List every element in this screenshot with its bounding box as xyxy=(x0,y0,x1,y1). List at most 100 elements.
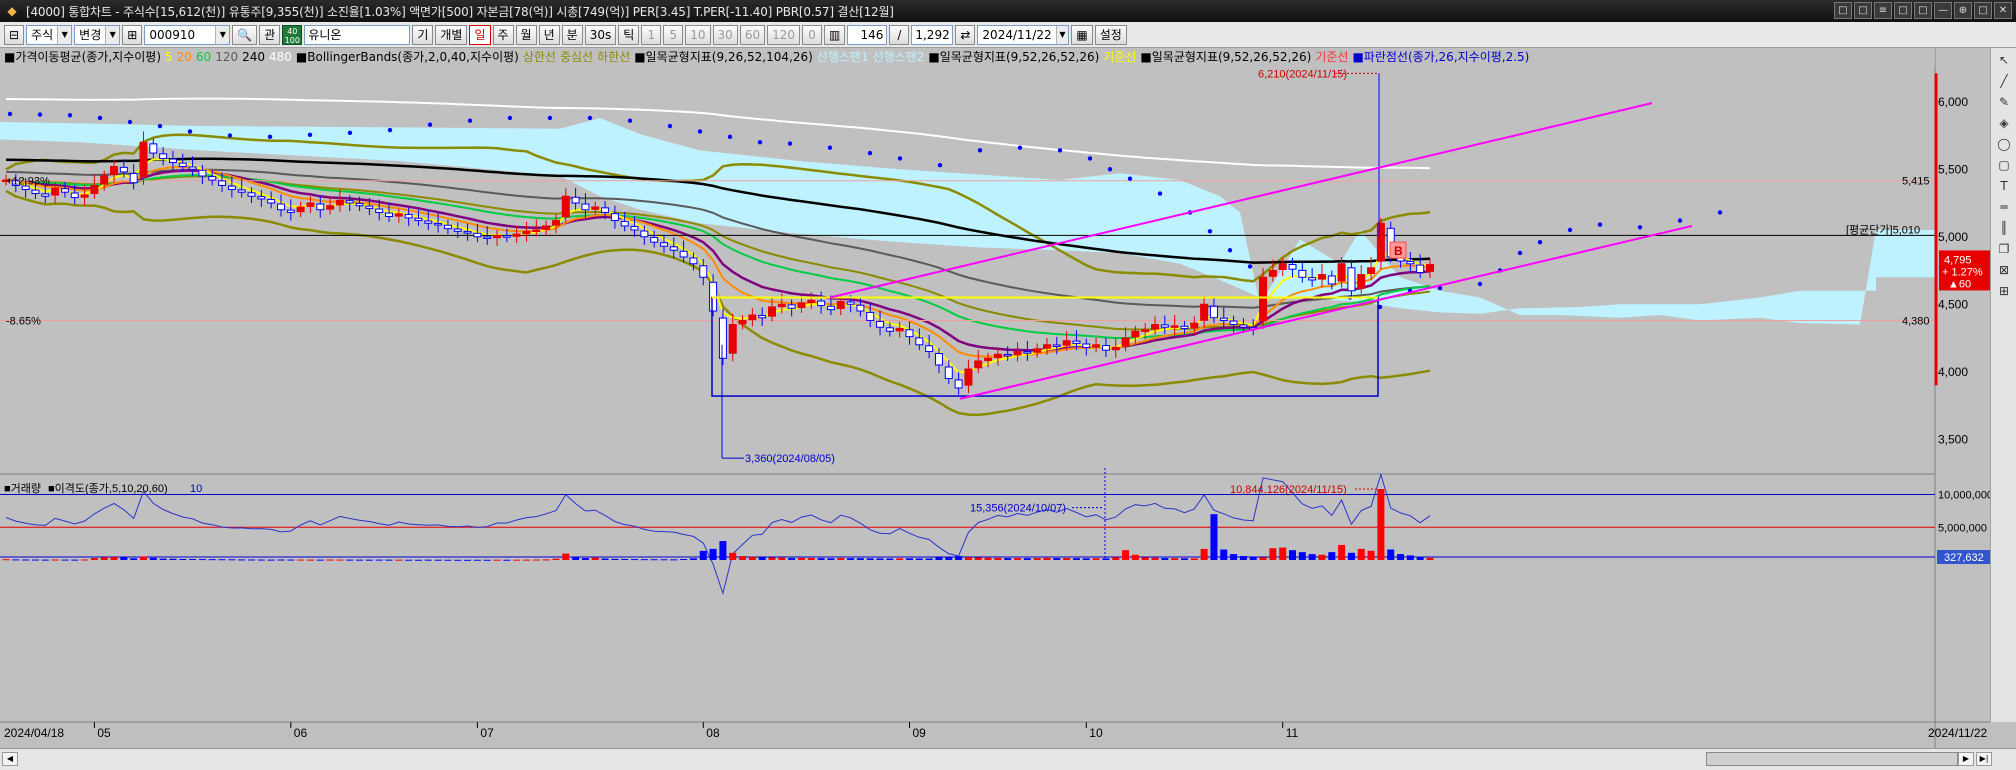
volume-bar[interactable] xyxy=(778,557,786,560)
minute-button-120[interactable]: 120 xyxy=(767,24,801,45)
delete-icon[interactable]: ⊠ xyxy=(1995,261,2013,279)
volume-bar[interactable] xyxy=(100,557,108,560)
volume-bar[interactable] xyxy=(81,559,89,561)
volume-bar[interactable] xyxy=(650,559,658,561)
volume-bar[interactable] xyxy=(71,559,79,561)
volume-bar[interactable] xyxy=(591,557,599,560)
volume-bar[interactable] xyxy=(758,557,766,560)
candle-body[interactable] xyxy=(699,265,708,278)
candle-body[interactable] xyxy=(335,199,344,206)
candle-body[interactable] xyxy=(276,203,285,211)
grid-icon[interactable]: ⊞ xyxy=(1995,282,2013,300)
volume-bar[interactable] xyxy=(896,558,904,560)
candle-body[interactable] xyxy=(1160,324,1169,328)
candle-body[interactable] xyxy=(581,203,590,211)
volume-bar[interactable] xyxy=(1269,548,1277,560)
candle-body[interactable] xyxy=(551,220,560,226)
volume-bar[interactable] xyxy=(1210,514,1218,560)
candle-body[interactable] xyxy=(532,229,541,232)
candle-body[interactable] xyxy=(571,196,580,204)
volume-bar[interactable] xyxy=(228,559,236,561)
volume-bar[interactable] xyxy=(198,559,206,561)
text-icon[interactable]: T xyxy=(1995,177,2013,195)
legend-item[interactable]: 120 xyxy=(215,50,238,64)
volume-bar[interactable] xyxy=(699,550,707,560)
volume-bar[interactable] xyxy=(61,559,69,561)
volume-bar[interactable] xyxy=(866,558,874,560)
volume-bar[interactable] xyxy=(189,559,197,561)
volume-bar[interactable] xyxy=(395,559,403,561)
volume-bar[interactable] xyxy=(719,541,727,560)
candle-body[interactable] xyxy=(139,141,148,178)
volume-bar[interactable] xyxy=(915,558,923,560)
candle-body[interactable] xyxy=(718,317,727,359)
candle-body[interactable] xyxy=(385,212,394,217)
volume-bar[interactable] xyxy=(709,548,717,560)
candle-body[interactable] xyxy=(610,213,619,222)
candle-body[interactable] xyxy=(915,337,924,346)
swap-icon[interactable]: ⇄ xyxy=(955,24,976,45)
volume-bar[interactable] xyxy=(1279,547,1287,560)
volume-bar[interactable] xyxy=(1161,558,1169,560)
candle-body[interactable] xyxy=(758,314,767,319)
volume-bar[interactable] xyxy=(660,559,668,561)
volume-bar[interactable] xyxy=(287,559,295,561)
candle-body[interactable] xyxy=(1278,263,1287,270)
candle-body[interactable] xyxy=(1072,340,1081,344)
move-button[interactable]: ⊕ xyxy=(1954,2,1972,19)
candle-body[interactable] xyxy=(728,324,737,354)
volume-bar[interactable] xyxy=(581,558,589,560)
chart-type-icon[interactable]: ▥ xyxy=(824,24,846,45)
candle-body[interactable] xyxy=(522,230,531,235)
volume-bar[interactable] xyxy=(748,556,756,560)
candle-body[interactable] xyxy=(345,200,354,204)
candle-body[interactable] xyxy=(1180,325,1189,330)
volume-bar[interactable] xyxy=(51,559,59,561)
asset-type-select[interactable]: 주식 ▼ xyxy=(26,24,73,45)
candle-body[interactable] xyxy=(1013,351,1022,356)
candle-body[interactable] xyxy=(601,207,610,213)
candle-body[interactable] xyxy=(60,188,69,193)
ellipse-icon[interactable]: ◯ xyxy=(1995,135,2013,153)
candle-body[interactable] xyxy=(1416,264,1425,274)
candle-body[interactable] xyxy=(247,192,256,197)
candle-body[interactable] xyxy=(1268,270,1277,277)
volume-bar[interactable] xyxy=(1308,554,1316,560)
candle-body[interactable] xyxy=(1376,222,1385,262)
minute-button-10[interactable]: 10 xyxy=(685,24,711,45)
candle-body[interactable] xyxy=(905,329,914,338)
volume-bar[interactable] xyxy=(316,559,324,561)
candle-body[interactable] xyxy=(1062,340,1071,346)
candle-body[interactable] xyxy=(198,169,207,177)
candle-body[interactable] xyxy=(1426,263,1434,272)
volume-bar[interactable] xyxy=(1338,544,1346,560)
window-button-4[interactable]: □ xyxy=(1894,2,1912,19)
candle-body[interactable] xyxy=(876,320,885,328)
volume-bar[interactable] xyxy=(994,557,1002,560)
candle-body[interactable] xyxy=(1121,337,1130,347)
candle-body[interactable] xyxy=(237,189,246,193)
candle-body[interactable] xyxy=(1327,275,1336,285)
volume-bar[interactable] xyxy=(454,559,462,561)
candle-body[interactable] xyxy=(787,304,796,309)
volume-bar[interactable] xyxy=(1082,558,1090,560)
volume-bar[interactable] xyxy=(640,559,648,561)
legend-item[interactable]: ■파란점선(종가,26,지수이평,2.5) xyxy=(1352,50,1529,64)
legend-item[interactable]: 선행스팬1 xyxy=(817,50,869,64)
volume-bar[interactable] xyxy=(1043,557,1051,560)
candle-body[interactable] xyxy=(1033,348,1042,353)
volume-bar[interactable] xyxy=(739,556,747,560)
volume-bar[interactable] xyxy=(238,559,246,561)
volume-bar[interactable] xyxy=(179,558,187,560)
horizontal-scrollbar[interactable]: ◀ ▶ ▶| xyxy=(0,748,2016,770)
minute-button-60[interactable]: 60 xyxy=(739,24,766,45)
legend-item[interactable]: 하한선 xyxy=(597,50,630,64)
volume-bar[interactable] xyxy=(346,559,354,561)
period-button-gi[interactable]: 기 xyxy=(412,24,434,45)
eraser-icon[interactable]: ◈ xyxy=(1995,114,2013,132)
candle-body[interactable] xyxy=(453,228,462,232)
volume-bar[interactable] xyxy=(1397,554,1405,560)
legend-item[interactable]: ■가격이동평균(종가,지수이평) xyxy=(4,50,161,64)
close-button[interactable]: ✕ xyxy=(1994,2,2012,19)
volume-bar[interactable] xyxy=(886,558,894,560)
